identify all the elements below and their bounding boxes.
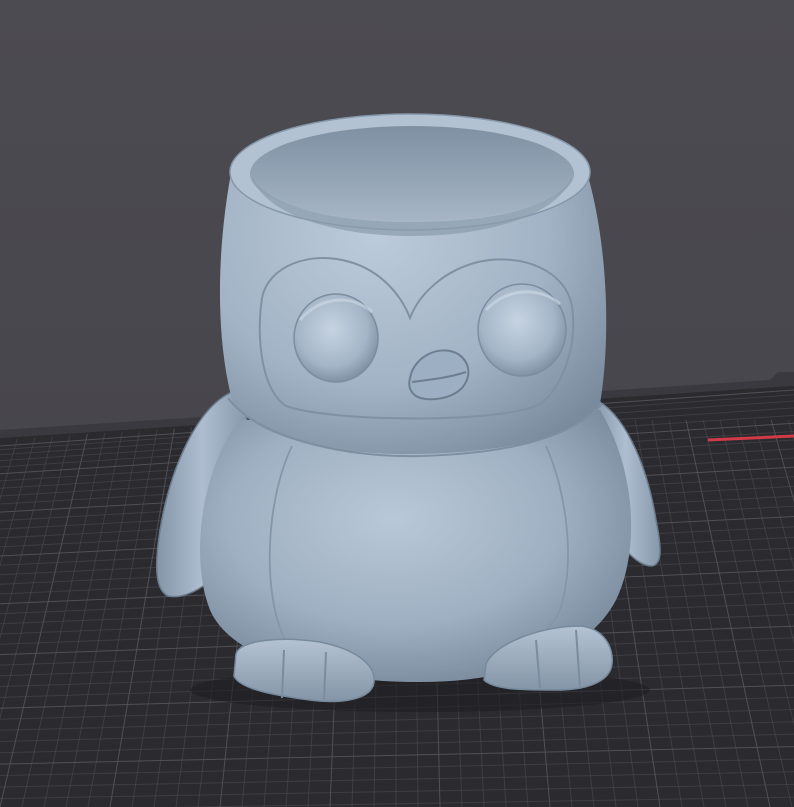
scene-canvas[interactable] — [0, 0, 794, 807]
penguin-planter-model[interactable] — [155, 113, 661, 703]
3d-viewport[interactable] — [0, 0, 794, 807]
pot-opening — [250, 126, 574, 222]
